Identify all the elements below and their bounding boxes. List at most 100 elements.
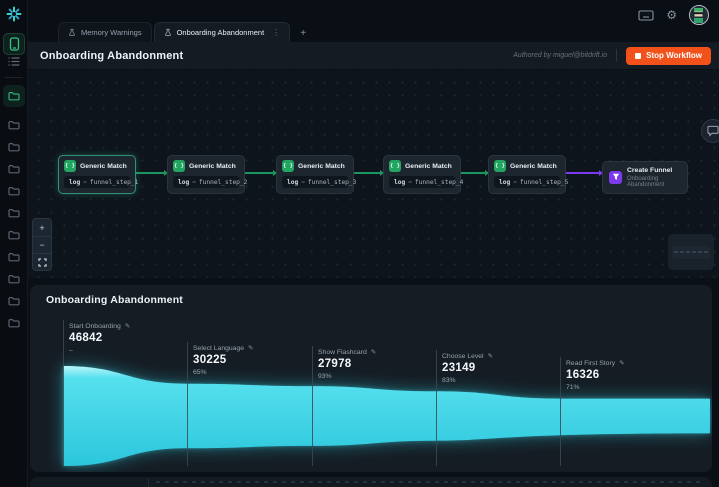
keyboard-icon[interactable] <box>638 9 654 21</box>
folder-icon-active[interactable] <box>3 85 25 107</box>
sidebar <box>0 0 28 487</box>
workflow-icon <box>164 28 171 36</box>
folder-icon[interactable] <box>8 208 20 218</box>
tab-label: Memory Warnings <box>81 28 142 37</box>
braces-icon: { } <box>64 160 76 172</box>
tab-menu-icon[interactable]: ⋮ <box>272 28 280 37</box>
edit-pencil-icon[interactable]: ✎ <box>371 348 376 356</box>
step-value: 16326 <box>566 369 600 381</box>
step-guide-line <box>187 342 188 466</box>
minimap[interactable] <box>668 234 714 270</box>
funnel-icon <box>609 170 622 184</box>
timeline-tick <box>561 481 565 483</box>
tab-onboarding-abandonment[interactable]: Onboarding Abandonment ⋮ <box>153 22 291 42</box>
step-value: 46842 <box>69 332 103 344</box>
next-panel-edge[interactable] <box>30 477 712 487</box>
folder-icon[interactable] <box>8 274 20 284</box>
folder-icon[interactable] <box>8 164 20 174</box>
timeline-tick <box>237 481 241 483</box>
timeline-tick <box>669 481 673 483</box>
folder-icon[interactable] <box>8 120 20 130</box>
step-guide-line <box>63 320 64 466</box>
folder-icon[interactable] <box>8 186 20 196</box>
timeline-tick <box>390 481 394 483</box>
timeline-tick <box>453 481 457 483</box>
folder-icon[interactable] <box>8 142 20 152</box>
zoom-out-button[interactable]: − <box>33 236 51 253</box>
folder-icon[interactable] <box>8 296 20 306</box>
tab-strip: Memory Warnings Onboarding Abandonment ⋮… <box>58 22 311 42</box>
zoom-in-button[interactable]: + <box>33 219 51 236</box>
node-title: Generic Match <box>510 162 557 170</box>
chat-bubble-button[interactable] <box>701 119 719 143</box>
timeline-tick <box>426 481 430 483</box>
timeline-tick <box>525 481 529 483</box>
timeline-tick <box>597 481 601 483</box>
new-tab-button[interactable]: + <box>295 24 311 42</box>
minimap-node-dash <box>674 251 678 253</box>
node-title: Generic Match <box>298 162 345 170</box>
funnel-step-read-first-story: Read First Story ✎ 16326 71% <box>566 359 625 391</box>
timeline-tick <box>462 481 466 483</box>
node-condition-pill: log = funnel_step_1 <box>64 176 138 188</box>
timeline-tick <box>201 481 205 483</box>
step-percent: 83% <box>442 376 456 384</box>
tab-label: Onboarding Abandonment <box>176 28 265 37</box>
braces-icon: { } <box>282 160 294 172</box>
tab-memory-warnings[interactable]: Memory Warnings <box>58 22 152 42</box>
list-view-icon[interactable] <box>8 56 20 67</box>
timeline-tick <box>246 481 250 483</box>
timeline-tick <box>354 481 358 483</box>
workflow-header: Onboarding Abandonment Authored by migue… <box>28 42 719 70</box>
timeline-tick <box>219 481 223 483</box>
node-generic-match-4[interactable]: { } Generic Match log = funnel_step_4 <box>383 155 463 194</box>
folder-icon[interactable] <box>8 252 20 262</box>
node-create-funnel[interactable]: Create Funnel Onboarding Abandonment <box>602 161 688 194</box>
timeline-tick <box>471 481 475 483</box>
fit-view-button[interactable] <box>33 253 51 270</box>
timeline-tick <box>381 481 385 483</box>
minimap-nodes <box>672 245 710 259</box>
node-title: Create Funnel <box>627 167 673 174</box>
minimap-node-dash <box>686 251 690 253</box>
user-avatar[interactable] <box>689 5 709 25</box>
node-generic-match-5[interactable]: { } Generic Match log = funnel_step_5 <box>488 155 568 194</box>
timeline-tick <box>309 481 313 483</box>
edit-pencil-icon[interactable]: ✎ <box>619 359 624 367</box>
timeline-tick <box>264 481 268 483</box>
timeline-tick <box>507 481 511 483</box>
edge-4-5 <box>461 170 489 176</box>
node-generic-match-2[interactable]: { } Generic Match log = funnel_step_2 <box>167 155 247 194</box>
step-guide-line <box>560 357 561 466</box>
timeline-tick <box>534 481 538 483</box>
header-divider <box>616 49 618 62</box>
edit-pencil-icon[interactable]: ✎ <box>488 352 493 360</box>
timeline-tick <box>642 481 646 483</box>
folder-icon[interactable] <box>8 318 20 328</box>
timeline-tick <box>372 481 376 483</box>
node-generic-match-3[interactable]: { } Generic Match log = funnel_step_3 <box>276 155 356 194</box>
device-monitoring-icon[interactable] <box>3 33 25 55</box>
funnel-title: Onboarding Abandonment <box>46 294 183 306</box>
settings-gear-icon[interactable]: ⚙ <box>666 9 677 21</box>
timeline-tick <box>588 481 592 483</box>
timeline-tick <box>282 481 286 483</box>
step-value: 27978 <box>318 358 352 370</box>
timeline-tick <box>687 481 691 483</box>
funnel-step-select-language: Select Language ✎ 30225 65% <box>193 344 254 376</box>
node-title: Generic Match <box>405 162 452 170</box>
app-window: Memory Warnings Onboarding Abandonment ⋮… <box>0 0 719 487</box>
timeline-tick <box>408 481 412 483</box>
stop-workflow-button[interactable]: Stop Workflow <box>626 46 711 65</box>
edit-pencil-icon[interactable]: ✎ <box>125 322 130 330</box>
node-generic-match-1[interactable]: { } Generic Match log = funnel_step_1 <box>58 155 138 194</box>
timeline-tick <box>444 481 448 483</box>
folder-icon[interactable] <box>8 230 20 240</box>
step-percent: – <box>69 346 73 354</box>
step-guide-line <box>436 350 437 466</box>
bitdrift-logo-icon[interactable] <box>6 6 22 22</box>
timeline-tick <box>273 481 277 483</box>
edit-pencil-icon[interactable]: ✎ <box>248 344 253 352</box>
workflow-canvas[interactable]: { } Generic Match log = funnel_step_1 { } Ge… <box>28 70 719 278</box>
node-title: Generic Match <box>189 162 236 170</box>
